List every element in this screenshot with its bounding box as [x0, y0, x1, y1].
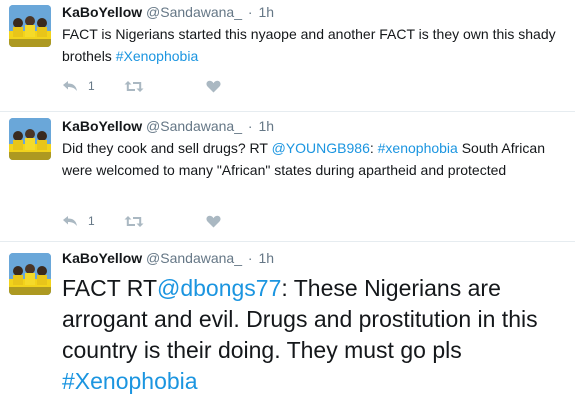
- retweet-icon: [124, 80, 144, 92]
- avatar[interactable]: [9, 253, 51, 295]
- reply-button[interactable]: 1: [62, 214, 124, 228]
- tweet-text: Did they cook and sell drugs? RT @YOUNGB…: [62, 137, 569, 181]
- mention-link[interactable]: @dbongs77: [157, 275, 281, 301]
- tweet[interactable]: KaBoYellow @Sandawana_ · 1h Did they coo…: [0, 112, 575, 242]
- tweet[interactable]: KaBoYellow @Sandawana_ · 1h FACT is Nige…: [0, 0, 575, 112]
- author-name[interactable]: KaBoYellow: [62, 4, 142, 20]
- separator-dot: ·: [247, 250, 253, 266]
- reply-count: 1: [88, 79, 95, 93]
- tweet-actions: 1: [62, 76, 221, 96]
- like-button[interactable]: [206, 215, 221, 228]
- author-handle[interactable]: @Sandawana_: [146, 250, 242, 266]
- tweet-text: FACT RT@dbongs77: These Nigerians are ar…: [62, 273, 569, 397]
- text-segment: :: [369, 140, 378, 156]
- reply-count: 1: [88, 214, 95, 228]
- author-name[interactable]: KaBoYellow: [62, 250, 142, 266]
- hashtag-link[interactable]: #xenophobia: [378, 140, 458, 156]
- reply-icon: [63, 215, 77, 226]
- timestamp[interactable]: 1h: [258, 118, 274, 134]
- separator-dot: ·: [247, 118, 253, 134]
- author-name[interactable]: KaBoYellow: [62, 118, 142, 134]
- separator-dot: ·: [247, 4, 253, 20]
- tweet-header: KaBoYellow @Sandawana_ · 1h: [62, 117, 569, 135]
- retweet-button[interactable]: [124, 215, 206, 228]
- heart-icon: [206, 215, 221, 227]
- retweet-button[interactable]: [124, 80, 206, 93]
- tweet-header: KaBoYellow @Sandawana_ · 1h: [62, 249, 569, 267]
- like-button[interactable]: [206, 80, 221, 93]
- author-handle[interactable]: @Sandawana_: [146, 118, 242, 134]
- tweet[interactable]: KaBoYellow @Sandawana_ · 1h FACT RT@dbon…: [0, 242, 575, 400]
- text-segment: FACT RT: [62, 275, 157, 301]
- hashtag-link[interactable]: #Xenophobia: [62, 368, 198, 394]
- tweet-text: FACT is Nigerians started this nyaope an…: [62, 23, 569, 67]
- avatar-image: [9, 5, 51, 47]
- text-segment: Did they cook and sell drugs? RT: [62, 140, 272, 156]
- timestamp[interactable]: 1h: [258, 250, 274, 266]
- avatar[interactable]: [9, 118, 51, 160]
- avatar[interactable]: [9, 5, 51, 47]
- heart-icon: [206, 80, 221, 92]
- avatar-image: [9, 118, 51, 160]
- tweet-header: KaBoYellow @Sandawana_ · 1h: [62, 3, 569, 21]
- avatar-image: [9, 253, 51, 295]
- retweet-icon: [124, 215, 144, 227]
- reply-icon: [63, 80, 77, 91]
- mention-link[interactable]: @YOUNGB986: [272, 140, 370, 156]
- reply-button[interactable]: 1: [62, 79, 124, 93]
- timestamp[interactable]: 1h: [258, 4, 274, 20]
- hashtag-link[interactable]: #Xenophobia: [116, 48, 199, 64]
- tweet-actions: 1: [62, 211, 221, 231]
- author-handle[interactable]: @Sandawana_: [146, 4, 242, 20]
